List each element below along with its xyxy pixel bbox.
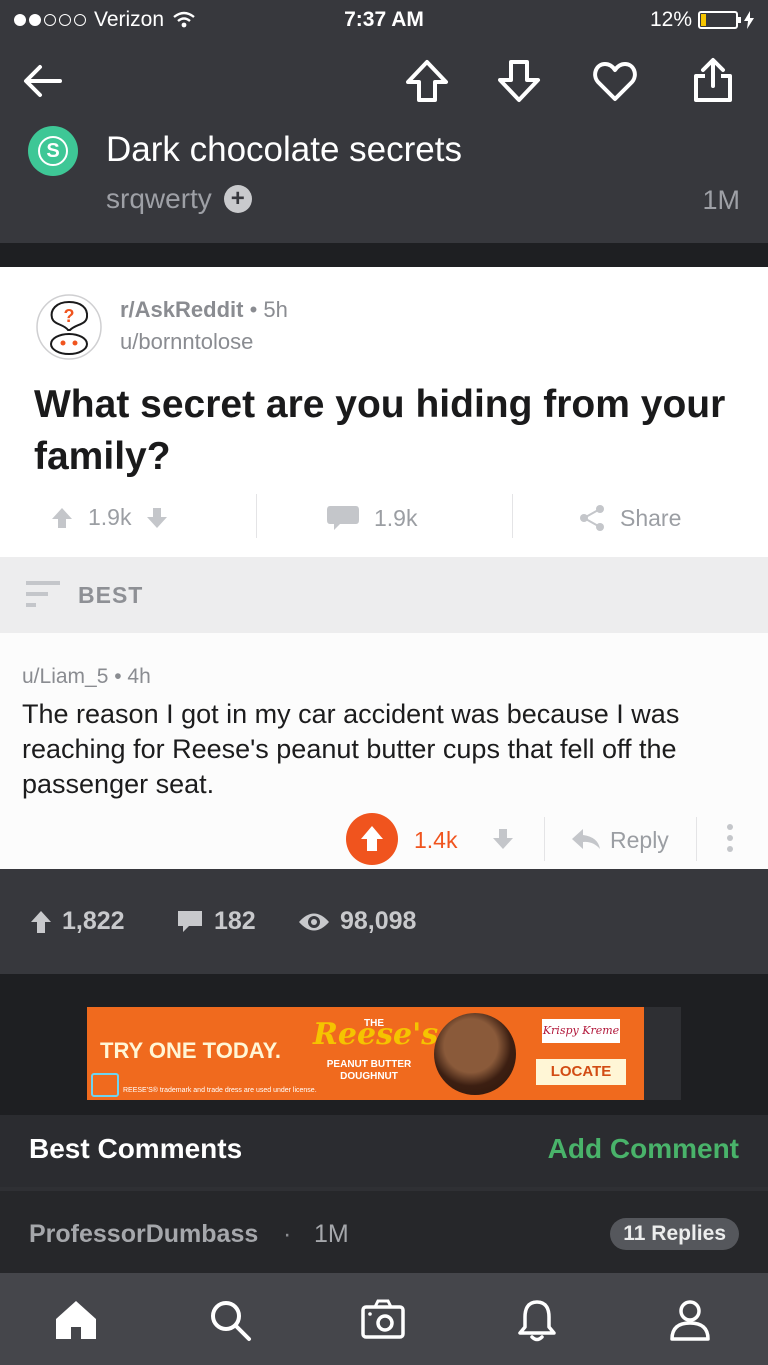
- more-options-icon: [727, 824, 733, 852]
- ad-brand-logo: Reese's: [313, 1017, 439, 1052]
- doughnut-image: [434, 1013, 516, 1095]
- search-icon[interactable]: [207, 1297, 253, 1343]
- askreddit-snoo-icon: ?: [36, 294, 102, 360]
- ad-partner-logo: Krispy Kreme: [542, 1019, 620, 1043]
- status-bar: Verizon 7:37 AM 12%: [0, 0, 768, 40]
- author-row: srqwerty +: [106, 183, 252, 215]
- comment-action-bar: 1.4k Reply: [0, 811, 768, 867]
- add-comment-button[interactable]: Add Comment: [548, 1133, 739, 1165]
- battery-percent: 12%: [649, 8, 692, 31]
- share-label: Share: [620, 504, 682, 531]
- op-username: u/bornntolose: [120, 329, 254, 354]
- downvote-arrow-icon: [147, 507, 168, 528]
- sort-bar: BEST: [0, 557, 768, 633]
- reply-arrow-icon: [572, 829, 600, 849]
- comments-count: 182: [214, 907, 256, 935]
- comment-text: The reason I got in my car accident was …: [22, 699, 680, 799]
- upvote-icon[interactable]: [402, 56, 452, 106]
- comment-age: 1M: [314, 1220, 349, 1248]
- back-arrow-icon[interactable]: [18, 56, 68, 106]
- svg-text:?: ?: [64, 306, 75, 326]
- bottom-tab-bar: [0, 1273, 768, 1365]
- battery-icon: [698, 11, 741, 29]
- comment-meta: u/Liam_5 • 4h: [22, 665, 151, 688]
- ad-banner[interactable]: TRY ONE TODAY. THE Reese's PEANUT BUTTER…: [87, 1007, 681, 1100]
- follow-plus-icon[interactable]: +: [223, 185, 252, 213]
- heart-icon[interactable]: [590, 56, 640, 106]
- reply-label: Reply: [610, 827, 669, 853]
- sort-label: BEST: [78, 582, 144, 608]
- camera-icon[interactable]: [360, 1297, 406, 1343]
- post-stats: 1,822 182 98,098: [0, 869, 768, 974]
- ad-fine-print: REESE'S® trademark and trade dress are u…: [123, 1087, 317, 1094]
- best-comments-heading: Best Comments: [29, 1133, 243, 1164]
- share-icon[interactable]: [688, 56, 738, 106]
- comment-upvoted-icon: [346, 813, 398, 865]
- points-count: 1,822: [62, 907, 125, 935]
- author-avatar[interactable]: S: [28, 126, 78, 176]
- charging-icon: [744, 11, 754, 29]
- post-image[interactable]: ? r/AskReddit • 5h u/bornntolose What se…: [0, 267, 768, 557]
- comments-icon: [178, 910, 202, 932]
- post-header: S Dark chocolate secrets srqwerty + 1M: [0, 40, 768, 243]
- views-eye-icon: [299, 913, 329, 930]
- post-action-bar: 1.9k 1.9k Share: [0, 494, 768, 542]
- comment-count: 1.9k: [374, 504, 418, 531]
- author-name[interactable]: srqwerty: [106, 183, 212, 215]
- post-age: 1M: [702, 185, 740, 215]
- home-icon[interactable]: [53, 1297, 99, 1343]
- comment-username[interactable]: ProfessorDumbass: [29, 1220, 258, 1249]
- share-nodes-icon: [580, 505, 604, 531]
- comment-downvote-icon: [493, 829, 513, 849]
- views-count: 98,098: [340, 907, 417, 935]
- ad-product: PEANUT BUTTER DOUGHNUT: [326, 1059, 412, 1082]
- points-arrow-icon: [31, 910, 51, 933]
- vote-count: 1.9k: [88, 504, 132, 530]
- ad-tagline: TRY ONE TODAY.: [100, 1038, 281, 1063]
- bell-icon[interactable]: [514, 1297, 560, 1343]
- comment-meta-separator: ·: [283, 1220, 292, 1248]
- profile-icon[interactable]: [667, 1297, 713, 1343]
- post-title: Dark chocolate secrets: [106, 130, 462, 169]
- downvote-icon[interactable]: [494, 56, 544, 106]
- screenshot-comment: u/Liam_5 • 4h The reason I got in my car…: [0, 633, 768, 869]
- comment-item[interactable]: ProfessorDumbass · 1M 11 Replies: [0, 1191, 768, 1273]
- question-title: What secret are you hiding from your fam…: [34, 383, 726, 478]
- adchoices-icon[interactable]: [91, 1073, 119, 1097]
- sort-lines-icon: [26, 581, 60, 607]
- ad-locate-button[interactable]: LOCATE: [536, 1059, 626, 1085]
- comment-bubble-icon: [327, 506, 359, 530]
- replies-badge[interactable]: 11 Replies: [610, 1218, 739, 1250]
- upvote-arrow-icon: [52, 507, 72, 528]
- subreddit-line: r/AskReddit • 5h: [120, 297, 288, 322]
- comment-score: 1.4k: [414, 827, 458, 853]
